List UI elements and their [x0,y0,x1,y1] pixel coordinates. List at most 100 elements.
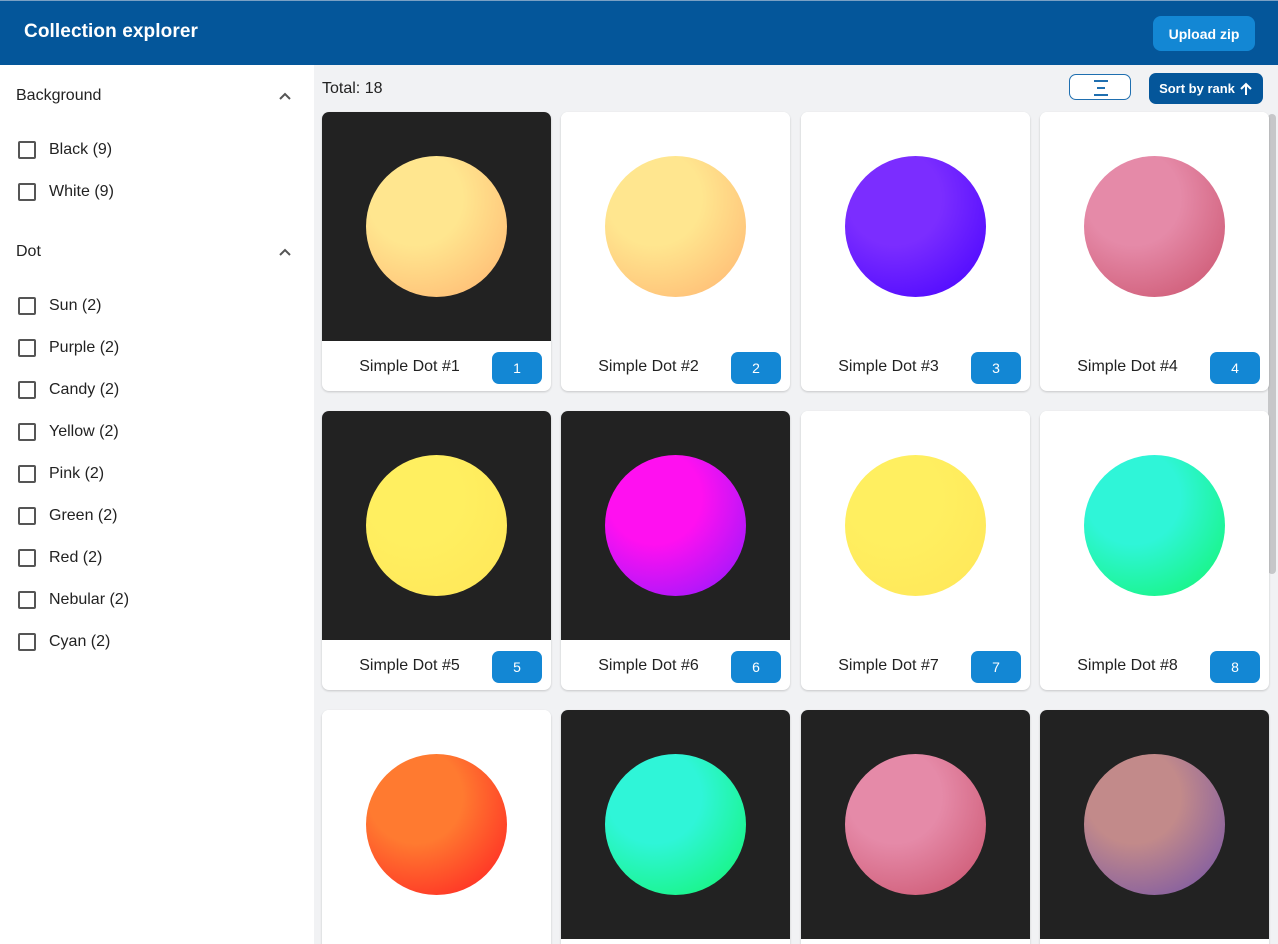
filter-option-label: Pink (2) [49,465,105,482]
checkbox[interactable] [18,339,36,357]
rank-badge: 5 [492,651,542,683]
item-card[interactable]: Simple Dot #3 3 [801,112,1030,391]
filter-option[interactable]: Yellow (2) [16,421,119,443]
dot-image [845,156,986,297]
item-thumbnail[interactable] [561,112,790,341]
dot-image [366,455,507,596]
dot-image [1084,754,1225,895]
sort-button-label: Sort by rank [1159,81,1235,96]
filter-option[interactable]: Sun (2) [16,295,101,317]
rank-badge: 2 [731,352,781,384]
filter-option-label: Black (9) [49,141,113,158]
chevron-up-icon[interactable] [278,245,292,259]
chevron-up-icon[interactable] [278,89,292,103]
filter-header-dot[interactable]: Dot [0,237,314,267]
checkbox[interactable] [18,141,36,159]
item-thumbnail[interactable] [1040,411,1269,640]
item-thumbnail[interactable] [1040,710,1269,939]
filter-option[interactable]: Black (9) [16,139,112,161]
sort-by-rank-button[interactable]: Sort by rank [1149,73,1263,104]
item-thumbnail[interactable] [801,710,1030,939]
filter-title: Background [16,87,102,104]
filter-option-label: Sun (2) [49,297,102,314]
item-thumbnail[interactable] [322,710,551,939]
item-card[interactable] [561,710,790,944]
dot-image [1084,455,1225,596]
item-card[interactable]: Simple Dot #4 4 [1040,112,1269,391]
app-title: Collection explorer [24,21,198,42]
checkbox[interactable] [18,591,36,609]
item-name: Simple Dot #8 [1077,657,1178,674]
checkbox[interactable] [18,465,36,483]
rank-badge: 8 [1210,651,1260,683]
rank-badge: 1 [492,352,542,384]
filter-option[interactable]: Pink (2) [16,463,104,485]
filter-option-label: Purple (2) [49,339,120,356]
dot-image [605,455,746,596]
dot-image [366,754,507,895]
item-thumbnail[interactable] [322,112,551,341]
filter-option[interactable]: Cyan (2) [16,631,110,653]
filter-option[interactable]: Purple (2) [16,337,119,359]
filter-option[interactable]: Green (2) [16,505,117,527]
app-bar: Collection explorer Upload zip [0,0,1278,65]
item-card[interactable]: Simple Dot #5 5 [322,411,551,690]
rank-badge: 6 [731,651,781,683]
checkbox[interactable] [18,507,36,525]
dot-image [845,455,986,596]
filter-group-background: Background Black (9) White (9) [0,81,314,201]
filter-group-dot: Dot Sun (2) Purple (2) Candy (2) Yellow … [0,237,314,651]
item-card[interactable] [1040,710,1269,944]
item-thumbnail[interactable] [801,112,1030,341]
filter-option-label: Nebular (2) [49,591,130,608]
filter-option-label: Cyan (2) [49,633,111,650]
item-card[interactable] [322,710,551,944]
filter-option[interactable]: Red (2) [16,547,102,569]
view-toggle-button[interactable] [1069,74,1131,100]
item-thumbnail[interactable] [1040,112,1269,341]
dot-image [845,754,986,895]
checkbox[interactable] [18,381,36,399]
filter-title: Dot [16,243,41,260]
filter-option-label: Yellow (2) [49,423,119,440]
checkbox[interactable] [18,297,36,315]
item-thumbnail[interactable] [561,411,790,640]
filter-sidebar: Background Black (9) White (9) Dot Sun (… [0,65,314,944]
checkbox[interactable] [18,183,36,201]
upload-zip-button[interactable]: Upload zip [1153,16,1255,51]
item-name: Simple Dot #5 [359,657,460,674]
dot-image [1084,156,1225,297]
filter-option-label: Red (2) [49,549,103,566]
item-thumbnail[interactable] [561,710,790,939]
filter-option-label: Green (2) [49,507,118,524]
filter-option-label: White (9) [49,183,114,200]
item-name: Simple Dot #4 [1077,358,1178,375]
scrollbar[interactable] [1268,114,1276,574]
rank-badge: 4 [1210,352,1260,384]
collection-grid-area: Total: 18 Sort by rank Simple Dot #1 1 Sim… [314,65,1278,944]
dot-image [366,156,507,297]
item-card[interactable]: Simple Dot #1 1 [322,112,551,391]
item-name: Simple Dot #6 [598,657,699,674]
menu-icon [1094,80,1108,96]
checkbox[interactable] [18,633,36,651]
filter-option[interactable]: Candy (2) [16,379,119,401]
item-card[interactable]: Simple Dot #7 7 [801,411,1030,690]
filter-header-background[interactable]: Background [0,81,314,111]
checkbox[interactable] [18,549,36,567]
total-count: Total: 18 [322,80,383,97]
rank-badge: 3 [971,352,1021,384]
item-card[interactable] [801,710,1030,944]
rank-badge: 7 [971,651,1021,683]
item-card[interactable]: Simple Dot #6 6 [561,411,790,690]
filter-option[interactable]: White (9) [16,181,114,203]
item-name: Simple Dot #1 [359,358,460,375]
item-card[interactable]: Simple Dot #2 2 [561,112,790,391]
item-thumbnail[interactable] [801,411,1030,640]
dot-image [605,754,746,895]
item-thumbnail[interactable] [322,411,551,640]
filter-option[interactable]: Nebular (2) [16,589,129,611]
item-card[interactable]: Simple Dot #8 8 [1040,411,1269,690]
item-name: Simple Dot #7 [838,657,939,674]
checkbox[interactable] [18,423,36,441]
